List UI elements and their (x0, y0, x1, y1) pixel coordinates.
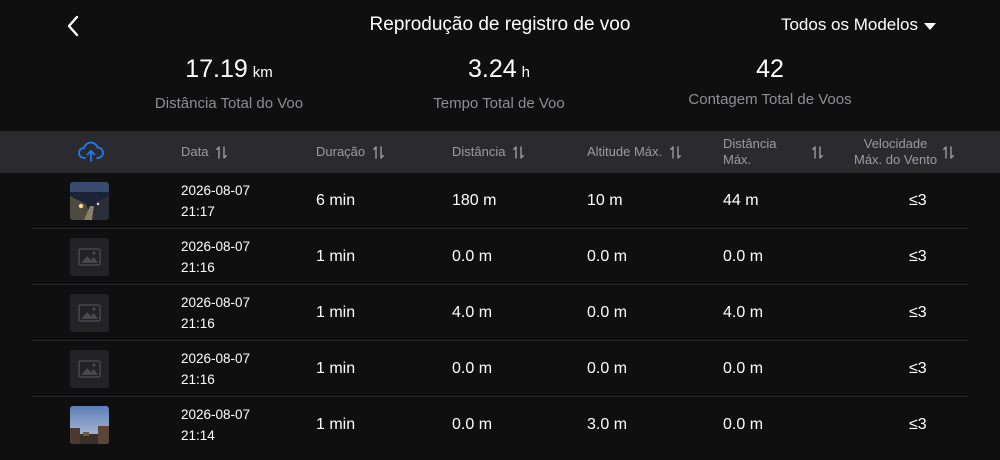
flight-max-altitude: 10 m (587, 192, 623, 209)
flight-date: 2026-08-07 (181, 351, 251, 366)
flight-distance: 180 m (452, 192, 497, 209)
summary-stats: 17.19 km Distância Total do Voo 3.24 h Tem… (0, 52, 1000, 127)
flight-duration: 1 min (316, 360, 356, 377)
cloud-upload-icon (78, 141, 104, 162)
flight-max-altitude: 0.0 m (587, 360, 628, 377)
flight-max-wind: ≤3 (909, 248, 927, 265)
table-row[interactable]: 2026-08-07 21:14 1 min 0.0 m 3.0 m 0.0 m… (32, 397, 968, 453)
column-label: Data (181, 144, 209, 159)
flight-time: 21:17 (181, 204, 215, 219)
dusk-sky-photo (70, 406, 109, 444)
column-label: Distância (452, 144, 506, 159)
sort-arrows-icon (943, 145, 955, 159)
stat-total-distance: 17.19 km Distância Total do Voo (109, 52, 349, 112)
stat-unit: h (521, 64, 530, 81)
flight-date: 2026-08-07 (181, 239, 251, 254)
flight-max-distance: 44 m (723, 192, 759, 209)
table-header: Data Duração Distância Altitude Máx. Dis… (0, 131, 1000, 173)
caret-down-icon (924, 22, 936, 30)
column-header-max-wind-speed[interactable]: Velocidade Máx. do Vento (854, 131, 955, 173)
flight-time: 21:14 (181, 428, 215, 443)
flight-thumbnail[interactable] (70, 294, 109, 332)
table-row[interactable]: 2026-08-07 21:17 6 min 180 m 10 m 44 m ≤… (32, 173, 968, 229)
flight-duration: 1 min (316, 416, 356, 433)
column-label: Altitude Máx. (587, 144, 663, 159)
column-label: Distância (723, 136, 777, 151)
model-filter-dropdown[interactable]: Todos os Modelos (781, 15, 936, 35)
stat-value: 3.24 (467, 55, 517, 83)
flight-max-altitude: 3.0 m (587, 416, 628, 433)
flight-date: 2026-08-07 (181, 407, 251, 422)
flight-distance: 0.0 m (452, 248, 493, 265)
top-bar: Reprodução de registro de voo Todos os M… (0, 0, 1000, 52)
flight-thumbnail[interactable] (70, 406, 109, 444)
column-header-duration[interactable]: Duração (316, 131, 385, 173)
column-header-date[interactable]: Data (181, 131, 228, 173)
table-row[interactable]: 2026-08-07 21:16 1 min 4.0 m 0.0 m 4.0 m… (32, 285, 968, 341)
column-label: Máx. (723, 152, 752, 167)
flight-max-wind: ≤3 (909, 304, 927, 321)
column-label: Máx. do Vento (854, 152, 938, 167)
flight-max-wind: ≤3 (909, 192, 927, 209)
image-placeholder-icon (70, 238, 109, 276)
flight-max-altitude: 0.0 m (587, 304, 628, 321)
column-header-max-distance[interactable]: Distância Máx. (723, 131, 824, 173)
flight-duration: 1 min (316, 248, 356, 265)
flight-date: 2026-08-07 (181, 183, 251, 198)
night-street-photo (70, 182, 109, 220)
flight-date: 2026-08-07 (181, 295, 251, 310)
stat-label: Distância Total do Voo (154, 95, 304, 112)
flight-time: 21:16 (181, 372, 215, 387)
flight-distance: 4.0 m (452, 304, 493, 321)
flight-max-distance: 0.0 m (723, 248, 764, 265)
flight-time: 21:16 (181, 260, 215, 275)
cloud-upload-button[interactable] (78, 141, 104, 163)
flight-max-altitude: 0.0 m (587, 248, 628, 265)
sort-arrows-icon (216, 145, 228, 159)
stat-label: Contagem Total de Voos (688, 91, 852, 108)
sort-arrows-icon (670, 145, 682, 159)
flight-duration: 6 min (316, 192, 356, 209)
flight-distance: 0.0 m (452, 416, 493, 433)
image-placeholder-icon (70, 294, 109, 332)
stat-total-time: 3.24 h Tempo Total de Voo (379, 52, 619, 112)
flight-thumbnail[interactable] (70, 182, 109, 220)
stat-label: Tempo Total de Voo (433, 95, 565, 112)
flight-thumbnail[interactable] (70, 350, 109, 388)
column-label: Duração (316, 144, 366, 159)
stat-value: 17.19 (185, 55, 248, 83)
table-row[interactable]: 2026-08-07 21:16 1 min 0.0 m 0.0 m 0.0 m… (32, 341, 968, 397)
image-placeholder-icon (70, 350, 109, 388)
flight-max-wind: ≤3 (909, 416, 927, 433)
stat-flight-count: 42 Contagem Total de Voos (650, 52, 890, 108)
column-header-max-altitude[interactable]: Altitude Máx. (587, 131, 682, 173)
stat-unit: km (252, 64, 273, 81)
sort-arrows-icon (373, 145, 385, 159)
flight-duration: 1 min (316, 304, 356, 321)
flight-max-distance: 0.0 m (723, 360, 764, 377)
column-label: Velocidade (863, 136, 928, 151)
model-filter-label: Todos os Modelos (780, 15, 918, 34)
stat-value: 42 (756, 55, 784, 83)
table-row[interactable]: 2026-08-07 21:16 1 min 0.0 m 0.0 m 0.0 m… (32, 229, 968, 285)
flight-thumbnail[interactable] (70, 238, 109, 276)
flight-max-distance: 0.0 m (723, 416, 764, 433)
flight-distance: 0.0 m (452, 360, 493, 377)
flight-max-wind: ≤3 (909, 360, 927, 377)
flight-max-distance: 4.0 m (723, 304, 764, 321)
flight-time: 21:16 (181, 316, 215, 331)
column-header-distance[interactable]: Distância (452, 131, 525, 173)
sort-arrows-icon (513, 145, 525, 159)
sort-arrows-icon (812, 145, 824, 159)
